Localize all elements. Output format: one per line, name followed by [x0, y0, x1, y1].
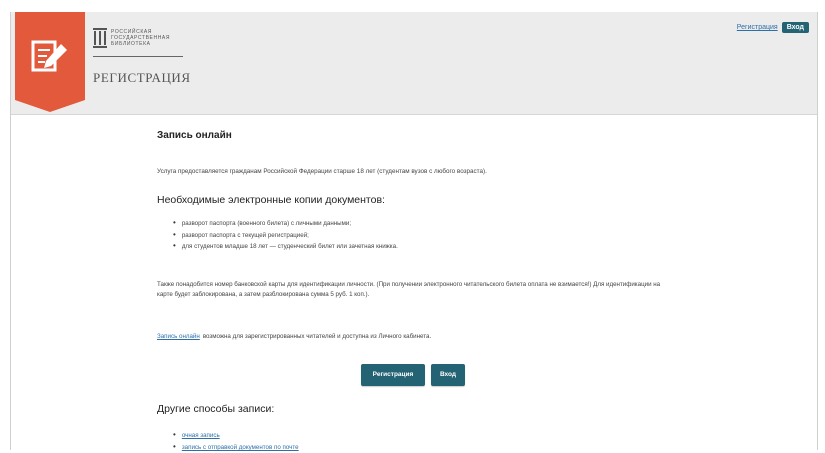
section-title: РЕГИСТРАЦИЯ [93, 70, 191, 85]
other-methods-heading: Другие способы записи: [157, 403, 275, 415]
in-person-registration-link[interactable]: очная запись [182, 432, 220, 439]
bank-card-note: Также понадобится номер банковской карты… [157, 281, 661, 298]
library-columns-icon [93, 28, 107, 48]
list-item: разворот паспорта (военного билета) с ли… [173, 218, 398, 230]
online-registration-line: Запись онлайн возможна для зарегистрирова… [157, 333, 431, 340]
library-name-line: БИБЛИОТЕКА [111, 41, 151, 47]
documents-heading: Необходимые электронные копии документов… [157, 194, 385, 206]
header-register-link[interactable]: Регистрация [737, 24, 778, 31]
page-title: Запись онлайн [157, 130, 232, 141]
header-auth-links: Регистрация Вход [737, 22, 809, 33]
intro-text: Услуга предоставляется гражданам Российс… [157, 168, 487, 175]
library-name: РОССИЙСКАЯ ГОСУДАРСТВЕННАЯ БИБЛИОТЕКА [111, 29, 175, 47]
register-button[interactable]: Регистрация [361, 364, 425, 386]
registration-logo-badge[interactable] [15, 12, 85, 112]
online-registration-text: возможна для зарегистрированных читателе… [202, 333, 432, 340]
documents-list: разворот паспорта (военного билета) с ли… [173, 218, 398, 253]
other-methods-list: очная запись запись с отправкой документ… [173, 429, 299, 453]
online-registration-link[interactable]: Запись онлайн [157, 333, 200, 340]
login-button[interactable]: Вход [431, 364, 465, 386]
action-buttons: Регистрация Вход [361, 364, 465, 386]
list-item: запись с отправкой документов по почте [173, 441, 299, 453]
site-header: РОССИЙСКАЯ ГОСУДАРСТВЕННАЯ БИБЛИОТЕКА РЕ… [11, 12, 817, 115]
list-item: для студентов младше 18 лет — студенческ… [173, 241, 398, 253]
edit-form-icon [31, 40, 67, 72]
header-login-button[interactable]: Вход [781, 22, 809, 33]
list-item: очная запись [173, 429, 299, 441]
page-frame: РОССИЙСКАЯ ГОСУДАРСТВЕННАЯ БИБЛИОТЕКА РЕ… [10, 12, 818, 453]
list-item: разворот паспорта с текущей регистрацией… [173, 230, 398, 242]
logo-divider [93, 56, 183, 57]
